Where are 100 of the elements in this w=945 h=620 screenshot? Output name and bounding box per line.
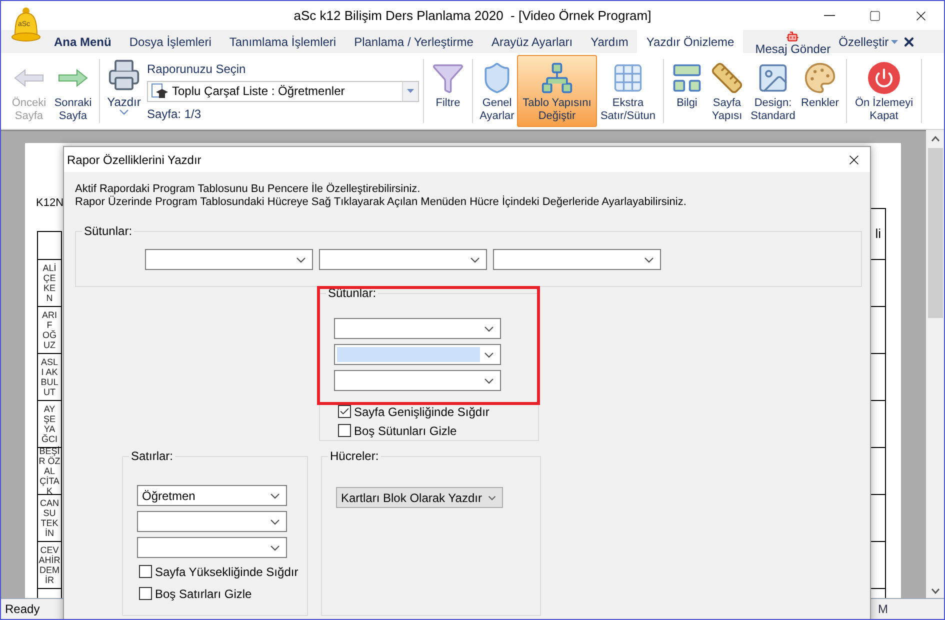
teacher-cell: BEŞİ R ÖZ AL ÇİTA K bbox=[38, 448, 62, 495]
chevron-down-icon bbox=[484, 326, 494, 332]
ribbon-button-label: Sonraki Sayfa bbox=[54, 97, 92, 123]
ribbon-button-label: Önceki Sayfa bbox=[12, 97, 46, 123]
menu-tab[interactable]: Yardım bbox=[582, 30, 638, 53]
status-indicator: M bbox=[878, 601, 888, 618]
ribbon-button-label: Sayfa Yapısı bbox=[712, 97, 742, 123]
ribbon-button-label: Genel Ayarlar bbox=[480, 97, 514, 123]
checkbox-label: Sayfa Genişliğinde Sığdır bbox=[354, 404, 490, 420]
report-heading: K12N bbox=[36, 196, 64, 211]
dropdown[interactable] bbox=[334, 370, 501, 391]
menu-tab[interactable]: Tanımlama İşlemleri bbox=[220, 30, 346, 53]
ribbon-button-label: Bilgi bbox=[676, 97, 698, 110]
close-icon[interactable] bbox=[902, 34, 916, 48]
report-label: Raporunuzu Seçin bbox=[147, 60, 247, 78]
teacher-cell: AY ŞE YA ĞCI bbox=[38, 401, 62, 448]
menu-tab[interactable]: Ana Menü bbox=[45, 30, 120, 53]
dropdown-value: Öğretmen bbox=[142, 488, 196, 504]
ribbon-button-label: Design: Standard bbox=[750, 97, 796, 123]
menu-tab[interactable]: Dosya İşlemleri bbox=[120, 30, 220, 53]
minimize-icon bbox=[824, 15, 834, 16]
dropdown[interactable] bbox=[334, 318, 501, 339]
dialog-title: Rapor Özelliklerini Yazdır bbox=[67, 152, 202, 168]
ribbon-button[interactable]: Tablo Yapısını Değiştir bbox=[517, 55, 597, 127]
chevron-down-icon bbox=[296, 256, 306, 262]
ribbon-button[interactable]: Filtre bbox=[428, 55, 468, 127]
checkbox-label: Boş Satırları Gizle bbox=[155, 586, 252, 602]
ruler-icon bbox=[710, 61, 744, 95]
dropdown[interactable] bbox=[493, 249, 661, 270]
report-dropdown[interactable]: Toplu Çarşaf Liste : Öğretmenler bbox=[147, 80, 419, 102]
scroll-thumb[interactable] bbox=[928, 148, 942, 318]
ribbon-button-label: Tablo Yapısını Değiştir bbox=[522, 97, 592, 123]
teacher-cell: CAN SU TEK İN bbox=[38, 495, 62, 542]
dropdown[interactable] bbox=[334, 344, 501, 365]
ribbon-button-label: Renkler bbox=[801, 97, 839, 110]
checkbox-label: Sayfa Yüksekliğinde Sığdır bbox=[155, 564, 298, 580]
palette-icon bbox=[803, 61, 837, 95]
checkbox[interactable] bbox=[338, 405, 351, 418]
chevron-down-icon bbox=[644, 256, 654, 262]
chevron-down-icon bbox=[270, 544, 280, 550]
dropdown[interactable]: Öğretmen bbox=[137, 485, 287, 506]
maximize-icon bbox=[869, 10, 881, 22]
chevron-down-icon bbox=[119, 109, 129, 115]
window-title: aSc k12 Bilişim Ders Planlama 2020 - [Video Örnek Program] bbox=[294, 6, 652, 25]
page-counter: Sayfa: 1/3 bbox=[147, 106, 202, 122]
checkbox-label: Boş Sütunları Gizle bbox=[354, 422, 457, 440]
checkmark-icon bbox=[339, 406, 350, 417]
dropdown[interactable] bbox=[319, 249, 487, 270]
power-icon bbox=[868, 62, 900, 94]
group-legend: Sütunlar: bbox=[82, 224, 134, 238]
print-button[interactable]: Yazdır bbox=[104, 55, 144, 127]
ribbon-button-label: Ön İzlemeyi Kapat bbox=[854, 97, 914, 123]
ribbon-button[interactable]: Sayfa Yapısı bbox=[706, 55, 748, 127]
dropdown[interactable] bbox=[137, 537, 287, 558]
printer-icon bbox=[107, 58, 141, 92]
caret-icon bbox=[890, 40, 898, 44]
checkbox[interactable] bbox=[338, 424, 351, 437]
ribbon-button[interactable]: Design: Standard bbox=[748, 55, 798, 127]
message-button[interactable]: Mesaj Gönder bbox=[755, 30, 831, 56]
scroll-down-icon bbox=[930, 588, 940, 594]
ribbon-button[interactable]: Renkler bbox=[798, 55, 842, 127]
ribbon-button-label: Filtre bbox=[436, 97, 460, 110]
column-heading: li bbox=[875, 225, 881, 244]
chevron-down-icon bbox=[470, 256, 480, 262]
report-icon bbox=[151, 83, 169, 99]
ribbon-button[interactable]: Bilgi bbox=[668, 55, 706, 127]
chevron-down-icon bbox=[484, 352, 494, 358]
ribbon-button[interactable]: Ön İzlemeyi Kapat bbox=[851, 55, 917, 127]
dialog-description: Aktif Rapordaki Program Tablosunu Bu Pencere İle Özelleştirebilirsiniz. bbox=[75, 183, 422, 196]
dropdown[interactable] bbox=[145, 249, 313, 270]
teacher-cell: ALİ ÇE KE N bbox=[38, 260, 62, 307]
hierarchy-icon bbox=[540, 61, 574, 95]
chevron-down-icon bbox=[270, 492, 280, 498]
arrow-right-icon bbox=[58, 68, 88, 88]
caret-icon bbox=[407, 89, 414, 93]
dropdown[interactable] bbox=[137, 511, 287, 532]
robot-icon bbox=[785, 30, 800, 43]
group-legend: Satırlar: bbox=[129, 449, 176, 463]
checkbox[interactable] bbox=[139, 587, 152, 600]
checkbox[interactable] bbox=[139, 565, 152, 578]
dropdown-value: Kartları Blok Olarak Yazdır bbox=[341, 490, 482, 506]
menu-tab[interactable]: Arayüz Ayarları bbox=[482, 30, 582, 53]
chevron-down-icon bbox=[484, 378, 494, 384]
group-legend: Hücreler: bbox=[328, 449, 381, 463]
ribbon-button[interactable]: Sonraki Sayfa bbox=[51, 55, 95, 127]
scroll-up-icon bbox=[930, 136, 940, 142]
menu-tab[interactable]: Planlama / Yerleştirme bbox=[345, 30, 482, 53]
arrow-left-icon bbox=[14, 68, 44, 88]
status-text: Ready bbox=[5, 601, 40, 618]
menu-tab[interactable]: Yazdır Önizleme bbox=[637, 30, 744, 53]
ribbon-button[interactable]: Ekstra Satır/Sütun bbox=[597, 55, 659, 127]
customize-menu[interactable]: Özelleştir bbox=[838, 30, 898, 53]
dialog-description: Rapor Üzerinde Program Tablosundaki Hücreye Sağ Tıklayarak Açılan Menüden Hücre İçindeki Değerleride Ayarlayabilirsiniz. bbox=[75, 196, 688, 209]
chevron-down-icon bbox=[488, 494, 496, 500]
vertical-scrollbar[interactable] bbox=[926, 130, 944, 598]
ribbon-button[interactable]: Genel Ayarlar bbox=[477, 55, 517, 127]
ribbon-button-label: Ekstra Satır/Sütun bbox=[600, 97, 656, 123]
chevron-down-icon bbox=[270, 518, 280, 524]
teacher-cell: ASL I AK BUL UT bbox=[38, 354, 62, 401]
teacher-cell: CEV AHİR DEM İR bbox=[38, 542, 62, 589]
